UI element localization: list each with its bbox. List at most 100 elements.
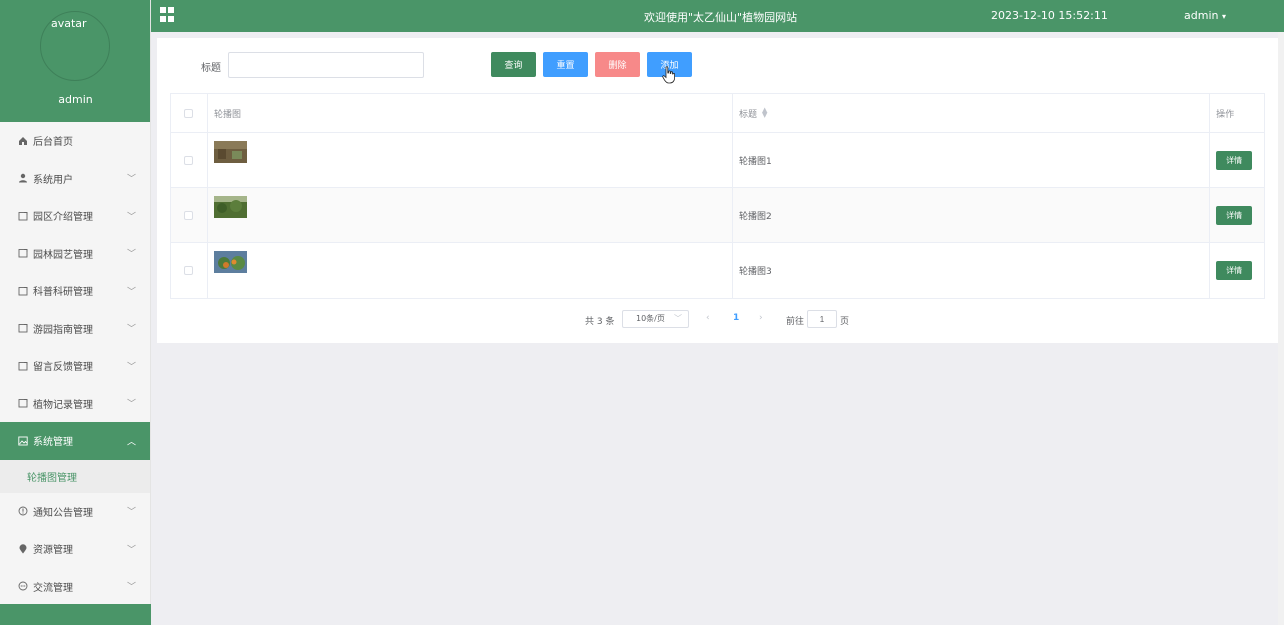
chevron-down-icon: ﹀ [126,249,136,260]
sidebar-header: avatar admin [0,0,150,122]
header-title-label: 标题 [738,109,757,120]
header-cell-operation: 操作 [1216,109,1235,120]
page-size-select[interactable]: 10条/页 ﹀ [622,310,689,328]
sidebar-item-science[interactable]: 科普科研管理 ﹀ [0,272,150,310]
reset-button[interactable]: 重置 [543,52,588,77]
chevron-up-icon: ︿ [126,437,136,448]
user-dropdown-label: admin [1184,9,1219,22]
row-checkbox[interactable] [184,266,194,275]
search-title-input[interactable] [228,52,424,78]
picture-icon [17,435,28,446]
prev-page-button[interactable]: ‹ [706,313,710,323]
pagination-total: 共 3 条 [585,317,615,327]
sort-icon[interactable]: ▲ ▼ [762,107,767,119]
sidebar-item-system-users[interactable]: 系统用户 ﹀ [0,160,150,198]
chevron-down-icon: ﹀ [674,314,682,323]
sidebar-item-label: 通知公告管理 [33,507,93,519]
pagination: 共 3 条 10条/页 ﹀ ‹ 1 › 前往 页 [157,310,1278,328]
chevron-down-icon: ﹀ [126,399,136,410]
header-cell-select [171,94,208,132]
goto-label: 前往 [786,317,805,327]
page-number-current[interactable]: 1 [733,313,739,323]
sidebar-username: admin [58,93,93,106]
page-suffix-label: 页 [840,317,850,327]
document-icon [17,360,28,371]
chevron-down-icon: ﹀ [126,324,136,335]
carousel-thumbnail[interactable] [213,251,247,273]
document-icon [17,210,28,221]
location-icon [17,543,28,554]
main-content: 标题 查询 重置 删除 添加 轮播图 标题 ▲ ▼ 操作 轮播图1 详情 轮播图2 … [157,38,1278,343]
chevron-down-icon: ﹀ [126,507,136,518]
next-page-button[interactable]: › [759,313,763,323]
chevron-down-icon: ﹀ [126,582,136,593]
sidebar-item-label: 系统管理 [33,437,73,449]
row-select-cell [171,243,208,298]
row-operation-cell: 详情 [1210,133,1264,187]
site-title: 欢迎使用"太乙仙山"植物园网站 [644,11,798,24]
chevron-down-icon: ﹀ [126,362,136,373]
sidebar-item-label: 后台首页 [33,137,73,149]
document-icon [17,323,28,334]
sidebar-item-label: 园区介绍管理 [33,212,93,224]
sidebar-item-label: 园林园艺管理 [33,249,93,261]
document-icon [17,248,28,259]
goto-page-input[interactable] [807,310,837,328]
chevron-down-icon: ﹀ [126,212,136,223]
current-datetime: 2023-12-10 15:52:11 [991,9,1108,22]
sidebar-item-notices[interactable]: 通知公告管理 ﹀ [0,493,150,531]
chat-icon [17,581,28,592]
detail-button[interactable]: 详情 [1216,261,1253,280]
row-title-cell: 轮播图2 [733,188,1211,242]
row-checkbox[interactable] [184,210,194,220]
sidebar-item-home[interactable]: 后台首页 [0,122,150,160]
header-cell-title[interactable]: 标题 ▲ ▼ [733,94,1211,132]
chevron-down-icon: ﹀ [126,545,136,556]
page-size-value: 10条/页 [636,314,665,323]
sidebar-item-label: 游园指南管理 [33,324,93,336]
carousel-thumbnail[interactable] [213,196,247,218]
row-select-cell [171,133,208,187]
select-all-checkbox[interactable] [184,108,194,118]
sidebar-item-feedback[interactable]: 留言反馈管理 ﹀ [0,347,150,385]
sidebar-item-label: 植物记录管理 [33,399,93,411]
sidebar-item-label: 留言反馈管理 [33,362,93,374]
top-header: 欢迎使用"太乙仙山"植物园网站 2023-12-10 15:52:11 admi… [151,0,1284,32]
query-button[interactable]: 查询 [491,52,536,77]
carousel-thumbnail[interactable] [213,141,247,163]
row-image-cell [208,188,733,242]
sidebar-menu: 后台首页 系统用户 ﹀ 园区介绍管理 ﹀ 园林园艺管理 ﹀ 科普科研管理 ﹀ 游… [0,122,150,605]
sidebar: avatar admin 后台首页 系统用户 ﹀ 园区介绍管理 ﹀ 园林园艺管理… [0,0,151,625]
row-operation-cell: 详情 [1210,188,1264,242]
table-row: 轮播图1 详情 [171,133,1264,188]
sidebar-item-communication[interactable]: 交流管理 ﹀ [0,568,150,606]
document-icon [17,398,28,409]
caret-down-icon: ▾ [1221,12,1226,21]
row-title-cell: 轮播图3 [733,243,1211,298]
chevron-down-icon: ﹀ [126,287,136,298]
table-header-row: 轮播图 标题 ▲ ▼ 操作 [171,94,1264,133]
user-dropdown[interactable]: admin ▾ [1184,9,1226,22]
row-image-cell [208,133,733,187]
chevron-down-icon: ﹀ [126,174,136,185]
info-icon [17,506,28,517]
sidebar-item-label: 资源管理 [33,545,73,557]
sidebar-item-gardening[interactable]: 园林园艺管理 ﹀ [0,235,150,273]
sidebar-item-resources[interactable]: 资源管理 ﹀ [0,530,150,568]
page-scrollbar[interactable] [1278,32,1284,625]
submenu-item-carousel[interactable]: 轮播图管理 [0,459,150,493]
detail-button[interactable]: 详情 [1216,205,1253,225]
row-checkbox[interactable] [184,155,194,165]
detail-button[interactable]: 详情 [1216,150,1253,170]
sidebar-item-park-intro[interactable]: 园区介绍管理 ﹀ [0,197,150,235]
hand-cursor-icon [662,66,675,84]
sidebar-item-plant-records[interactable]: 植物记录管理 ﹀ [0,385,150,423]
search-title-label: 标题 [201,63,221,74]
sidebar-item-system-management[interactable]: 系统管理 ︿ [0,422,150,460]
sidebar-item-guide[interactable]: 游园指南管理 ﹀ [0,310,150,348]
avatar[interactable]: avatar [40,11,110,81]
sidebar-item-label: 交流管理 [33,582,73,594]
sidebar-item-label: 科普科研管理 [33,287,93,299]
delete-button[interactable]: 删除 [595,52,640,77]
menu-grid-icon[interactable] [160,7,175,22]
